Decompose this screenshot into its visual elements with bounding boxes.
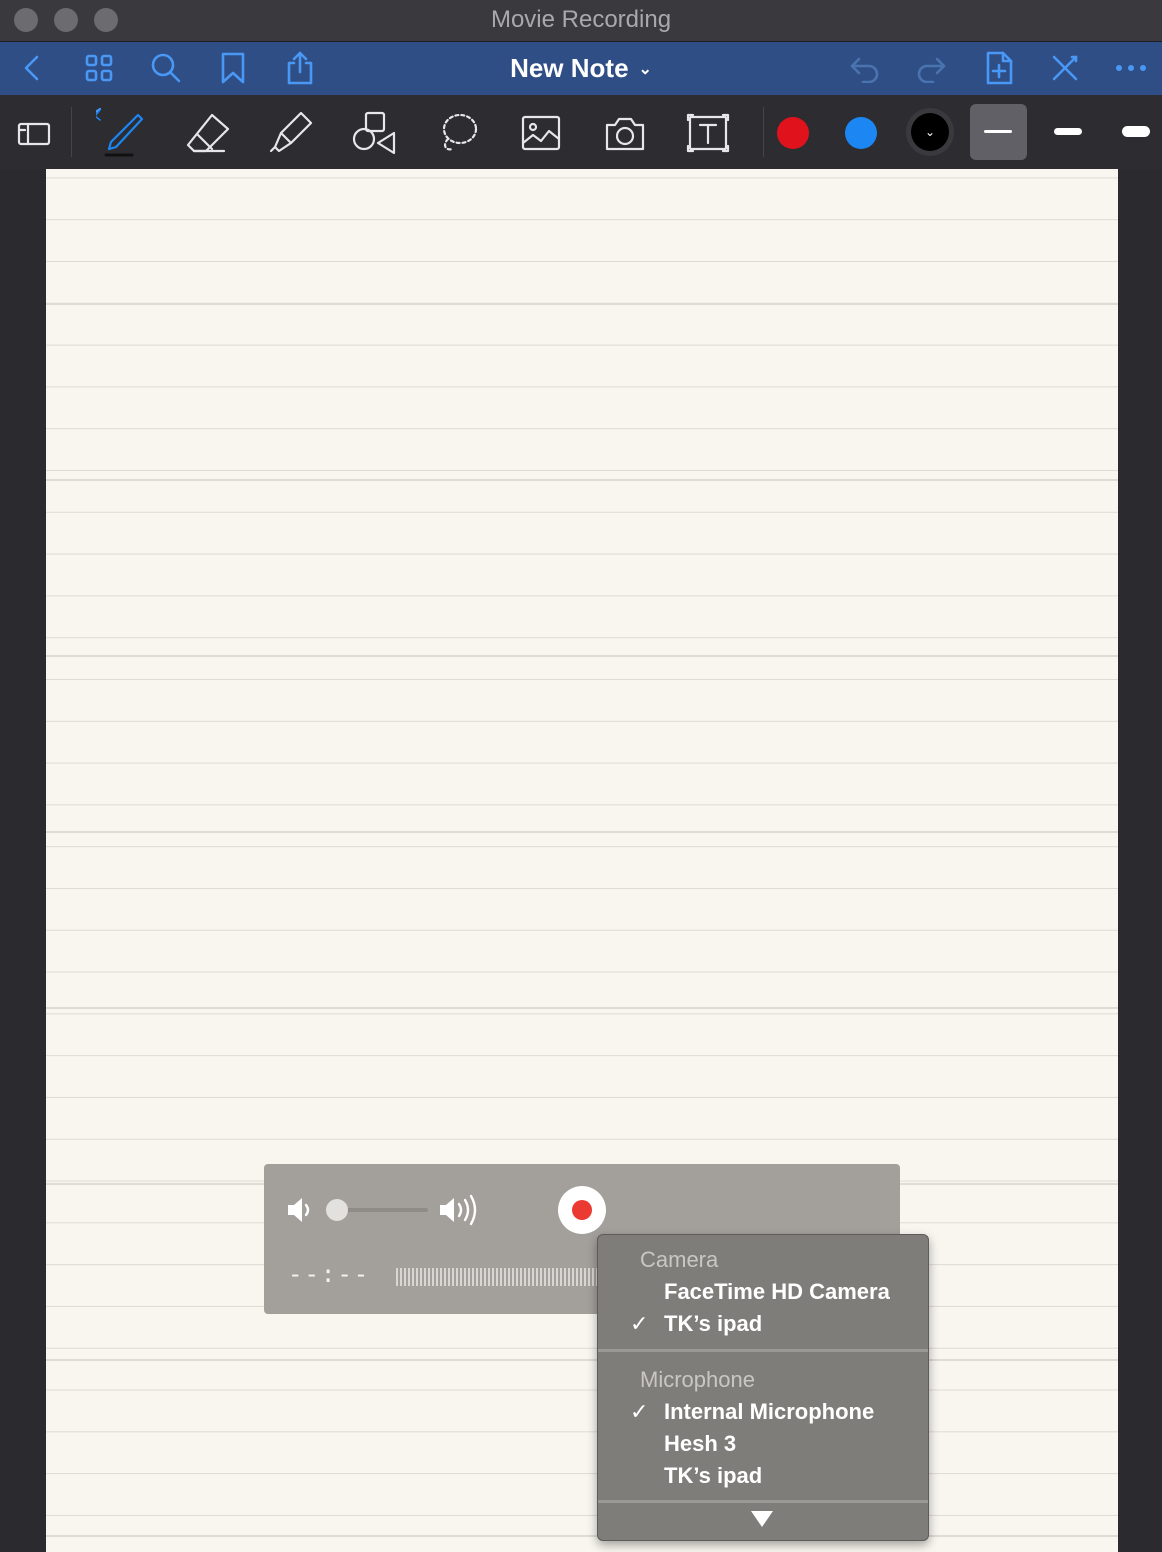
medium-stroke-icon [1054, 128, 1082, 135]
checkmark-icon: ✓ [630, 1311, 649, 1336]
notebook-page-canvas[interactable] [46, 169, 1118, 1552]
black-color-swatch[interactable]: ⌄ [906, 108, 954, 156]
window-title: Movie Recording [490, 6, 672, 33]
pen-tool-button[interactable] [96, 107, 148, 159]
redo-icon [917, 57, 946, 83]
undo-button[interactable] [843, 46, 887, 90]
scroll-down-arrow-icon[interactable] [751, 1511, 773, 1527]
toolbar-divider [763, 107, 764, 157]
camera-tool-button[interactable] [599, 107, 651, 159]
add-page-button[interactable] [977, 46, 1021, 90]
menu-divider [598, 1349, 928, 1352]
redo-button[interactable] [909, 46, 953, 90]
text-tool-button[interactable] [682, 107, 734, 159]
audio-level-meter [396, 1268, 598, 1286]
more-button[interactable] [1109, 46, 1153, 90]
add-page-icon [986, 51, 1013, 85]
page-layout-button[interactable] [8, 107, 60, 159]
camera-section-header: Camera [640, 1247, 719, 1272]
chevron-down-icon: ⌄ [911, 113, 949, 151]
chevron-down-icon: ⌄ [638, 61, 652, 78]
stroke-width-medium-button[interactable] [1046, 108, 1090, 156]
volume-slider-track[interactable] [334, 1208, 428, 1212]
menu-item-mic-hesh3[interactable]: Hesh 3 [664, 1431, 736, 1457]
red-color-swatch[interactable] [777, 117, 809, 149]
toolbar-divider [71, 107, 72, 157]
recording-timecode: --:-- [288, 1260, 371, 1288]
window-titlebar: Movie Recording [0, 0, 1162, 42]
volume-slider-knob[interactable] [326, 1199, 348, 1221]
lasso-tool-button[interactable] [432, 107, 484, 159]
shapes-tool-button[interactable] [348, 107, 400, 159]
note-navbar: New Note ⌄ [0, 42, 1162, 95]
microphone-section-header: Microphone [640, 1367, 755, 1392]
highlighter-icon [269, 111, 313, 153]
lasso-icon [442, 113, 478, 151]
pen-icon [96, 107, 144, 157]
menu-item-mic-tk-ipad[interactable]: TK’s ipad [664, 1463, 762, 1489]
undo-icon [850, 57, 879, 83]
ellipsis-icon [1116, 65, 1146, 71]
record-icon [572, 1200, 592, 1220]
volume-high-icon [440, 1194, 477, 1226]
highlighter-tool-button[interactable] [265, 107, 317, 159]
menu-item-camera-facetime[interactable]: FaceTime HD Camera [664, 1279, 890, 1305]
menu-item-camera-tk-ipad[interactable]: TK’s ipad [664, 1311, 762, 1337]
recording-source-menu: Camera FaceTime HD Camera ✓ TK’s ipad Mi… [597, 1234, 929, 1541]
eraser-tool-button[interactable] [182, 107, 234, 159]
text-box-icon [686, 113, 730, 153]
image-icon [521, 115, 561, 151]
image-tool-button[interactable] [515, 107, 567, 159]
menu-item-mic-internal[interactable]: Internal Microphone [664, 1399, 874, 1425]
blue-color-swatch[interactable] [845, 117, 877, 149]
thick-stroke-icon [1122, 126, 1150, 137]
checkmark-icon: ✓ [630, 1399, 649, 1424]
page-layout-icon [17, 122, 51, 146]
note-title: New Note [510, 53, 629, 83]
stroke-width-thick-button[interactable] [1114, 108, 1158, 156]
menu-divider [598, 1500, 928, 1503]
tools-toggle-button[interactable] [1043, 46, 1087, 90]
stroke-width-thin-button[interactable] [970, 104, 1027, 160]
eraser-icon [186, 113, 230, 153]
pen-ruler-cross-icon [1052, 55, 1078, 81]
volume-low-icon [288, 1198, 310, 1222]
thin-stroke-icon [984, 130, 1012, 133]
camera-icon [605, 117, 645, 151]
shapes-icon [352, 111, 396, 155]
record-button[interactable] [558, 1186, 606, 1234]
ruled-lines [46, 169, 1118, 1552]
